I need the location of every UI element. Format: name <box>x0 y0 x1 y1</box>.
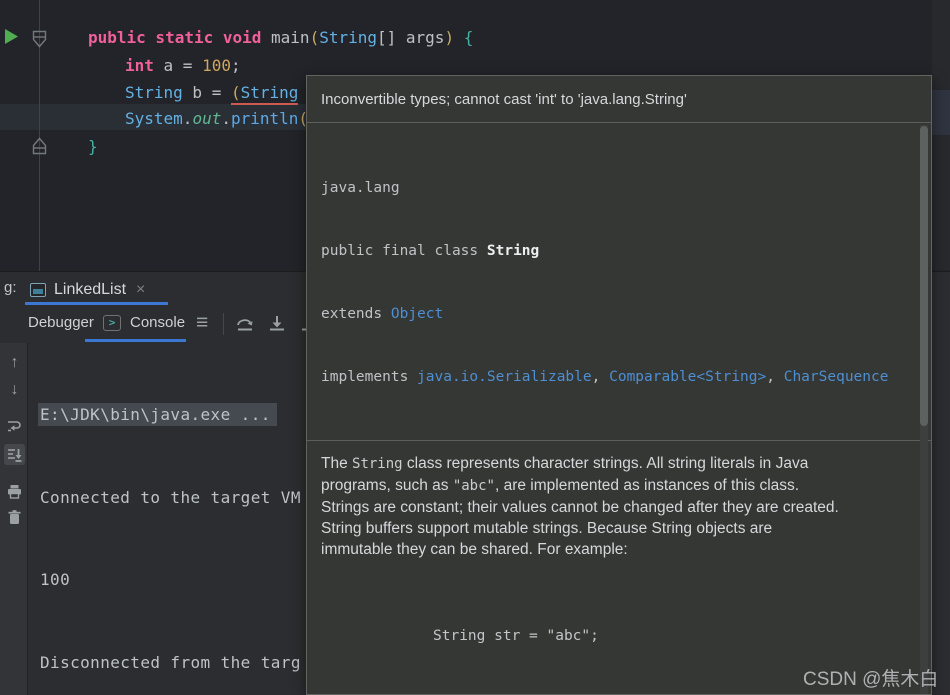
error-message: Inconvertible types; cannot cast 'int' t… <box>307 76 931 123</box>
documentation-popup: Inconvertible types; cannot cast 'int' t… <box>306 75 932 695</box>
watermark: CSDN @焦木白 <box>803 664 938 691</box>
soft-wrap-icon[interactable] <box>4 415 25 436</box>
ide-window: public static void main(String[] args) {… <box>0 0 950 695</box>
step-over-icon[interactable] <box>235 314 255 334</box>
doc-paragraph-line: Strings are constant; their values canno… <box>321 497 905 518</box>
signature-package: java.lang <box>321 178 917 199</box>
run-icon[interactable] <box>3 28 19 45</box>
scroll-up-icon[interactable]: ↑ <box>4 352 25 373</box>
code-line-4[interactable]: System.out.println( <box>125 109 308 129</box>
tab-debugger[interactable]: Debugger <box>28 314 94 331</box>
console-toolbar: ↑ ↓ <box>0 343 28 695</box>
doc-paragraph-line: immutable they can be shared. For exampl… <box>321 539 905 560</box>
tab-console[interactable]: > Console <box>103 314 185 331</box>
popup-scrollbar-thumb[interactable] <box>920 126 928 426</box>
code-line-1[interactable]: public static void main(String[] args) { <box>88 28 473 48</box>
menu-icon[interactable]: ≡ <box>196 311 208 335</box>
link-comparable[interactable]: Comparable<String> <box>609 369 766 385</box>
fold-start-icon[interactable] <box>30 29 49 49</box>
selected-tab-underline <box>85 339 186 342</box>
code-line-2[interactable]: int a = 100; <box>125 56 241 76</box>
javadoc-body: The String class represents character st… <box>307 441 931 695</box>
debug-window-label: g: <box>4 279 17 296</box>
console-output: E:\JDK\bin\java.exe ... Connected to the… <box>40 346 301 695</box>
console-line: 100 <box>40 566 301 594</box>
code-line-5[interactable]: } <box>88 137 98 157</box>
step-into-icon[interactable] <box>267 314 287 334</box>
doc-paragraph-line: String buffers support mutable strings. … <box>321 518 905 539</box>
popup-scrollbar[interactable] <box>920 125 928 694</box>
fold-end-icon[interactable] <box>30 136 49 156</box>
trash-icon[interactable] <box>4 507 25 528</box>
class-signature: java.lang public final class String exte… <box>307 123 931 441</box>
code-line-3[interactable]: String b = (String <box>125 83 298 103</box>
session-tab-linkedlist[interactable]: LinkedList × <box>30 276 147 303</box>
tab-console-label: Console <box>130 314 185 331</box>
stripe-block <box>932 90 950 135</box>
console-line-command[interactable]: E:\JDK\bin\java.exe ... <box>40 401 301 429</box>
console-line: Connected to the target VM <box>40 484 301 512</box>
session-tab-label: LinkedList <box>54 281 126 299</box>
scroll-down-icon[interactable]: ↓ <box>4 379 25 400</box>
link-object[interactable]: Object <box>391 306 443 322</box>
doc-paragraph-line: The String class represents character st… <box>321 453 905 475</box>
signature-declaration: public final class String <box>321 241 917 262</box>
console-window-icon <box>30 283 46 297</box>
link-serializable[interactable]: java.io.Serializable <box>417 369 592 385</box>
signature-extends: extends Object <box>321 304 917 325</box>
console-line: Disconnected from the targ <box>40 649 301 677</box>
doc-paragraph-line: programs, such as "abc", are implemented… <box>321 475 905 497</box>
selected-tab-underline <box>25 302 168 305</box>
toolbar-divider <box>223 313 224 335</box>
print-icon[interactable] <box>4 481 25 502</box>
close-icon[interactable]: × <box>134 281 147 299</box>
scroll-to-end-icon[interactable] <box>4 444 25 465</box>
link-charsequence[interactable]: CharSequence <box>784 369 889 385</box>
terminal-icon: > <box>103 315 121 331</box>
signature-implements: implements java.io.Serializable, Compara… <box>321 367 917 388</box>
